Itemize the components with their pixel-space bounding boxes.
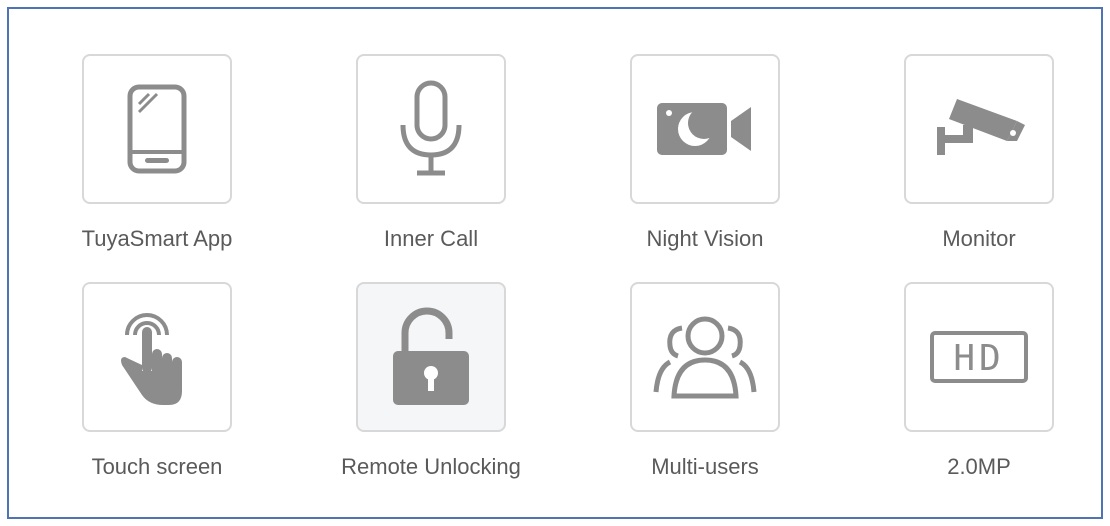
feature-tile-2mp[interactable]: HD [904, 282, 1054, 432]
feature-tile-remote-unlocking[interactable] [356, 282, 506, 432]
hd-badge-text: HD [953, 338, 1004, 379]
hd-badge-icon: HD [930, 331, 1028, 383]
feature-label-2mp: 2.0MP [947, 454, 1011, 479]
security-camera-icon [937, 99, 1025, 155]
feature-tuyasmart-app: TuyaSmart App [37, 54, 277, 264]
features-panel: TuyaSmart App Inner Call Night Vision Mo… [7, 7, 1103, 519]
feature-tile-touch-screen[interactable] [82, 282, 232, 432]
feature-label-touch-screen: Touch screen [91, 454, 223, 479]
touch-hand-icon [121, 313, 182, 405]
feature-label-tuyasmart-app: TuyaSmart App [81, 226, 233, 251]
feature-tile-tuyasmart-app[interactable] [82, 54, 232, 204]
feature-label-monitor: Monitor [942, 226, 1016, 251]
feature-monitor: Monitor [859, 54, 1099, 264]
feature-2mp: HD 2.0MP [859, 282, 1099, 492]
users-group-icon [653, 316, 757, 399]
unlocked-padlock-icon [393, 307, 469, 405]
feature-night-vision: Night Vision [585, 54, 825, 264]
feature-label-remote-unlocking: Remote Unlocking [341, 454, 521, 479]
feature-label-inner-call: Inner Call [383, 226, 479, 251]
feature-label-multi-users: Multi-users [651, 454, 759, 479]
feature-tile-night-vision[interactable] [630, 54, 780, 204]
feature-tile-multi-users[interactable] [630, 282, 780, 432]
microphone-icon [400, 80, 462, 176]
feature-multi-users: Multi-users [585, 282, 825, 492]
feature-touch-screen: Touch screen [37, 282, 277, 492]
feature-remote-unlocking: Remote Unlocking [311, 282, 551, 492]
feature-tile-inner-call[interactable] [356, 54, 506, 204]
feature-inner-call: Inner Call [311, 54, 551, 264]
feature-tile-monitor[interactable] [904, 54, 1054, 204]
feature-label-night-vision: Night Vision [646, 226, 764, 251]
night-vision-camera-icon [657, 103, 751, 155]
smartphone-icon [127, 84, 187, 174]
